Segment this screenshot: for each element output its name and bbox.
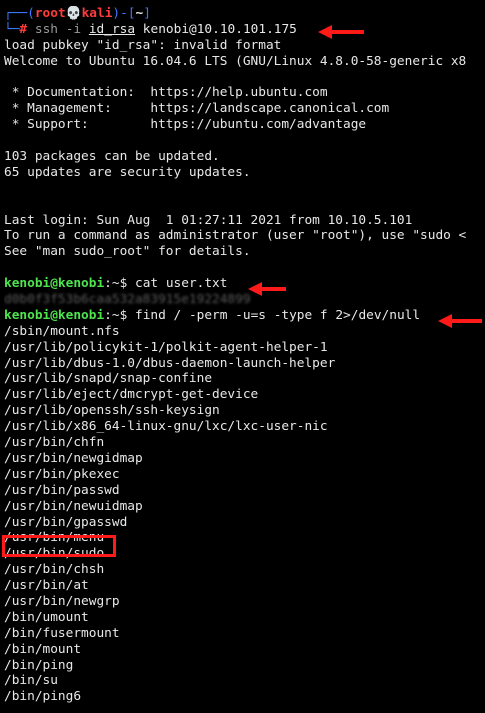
prompt-user: root	[34, 6, 66, 21]
suid-path: /usr/bin/newgrp	[4, 593, 120, 609]
suid-path: /usr/bin/newgidmap	[4, 450, 143, 466]
suid-path: /usr/bin/chfn	[4, 435, 105, 451]
output-line: 103 packages can be updated.	[4, 149, 220, 165]
root-prompt-line1: ┌──(root💀kali)-[~]	[4, 6, 485, 22]
suid-path: /usr/lib/dbus-1.0/dbus-daemon-launch-hel…	[4, 355, 336, 371]
suid-path: /bin/ping6	[4, 689, 82, 705]
flag-output-line: d0b0f3f53b6caa532a83915e19224899	[4, 292, 485, 308]
output-line: 65 updates are security updates.	[4, 164, 251, 180]
suid-path: /bin/umount	[4, 609, 89, 625]
prompt-host: kali	[81, 6, 113, 21]
suid-path: /bin/ping	[4, 657, 74, 673]
prompt-hash: #	[19, 21, 28, 37]
suid-path: /usr/lib/policykit-1/polkit-agent-helper…	[4, 339, 328, 355]
suid-binary-list: /sbin/mount.nfs/usr/lib/policykit-1/polk…	[4, 324, 485, 705]
prompt-corner-bottom: └─	[4, 21, 20, 37]
ssh-command-line: └─# ssh -i id_rsa kenobi@10.10.101.175	[4, 22, 485, 38]
output-line: Last login: Sun Aug 1 01:27:11 2021 from…	[4, 212, 413, 228]
redacted-flag: d0b0f3f53b6caa532a83915e19224899	[4, 292, 251, 308]
suid-path: /usr/bin/passwd	[4, 482, 120, 498]
annotation-arrow-icon	[248, 282, 286, 296]
suid-path: /usr/bin/pkexec	[4, 466, 120, 482]
kenobi-prompt-userhost: kenobi@kenobi	[4, 307, 105, 323]
kenobi-prompt-sep: :~$	[104, 276, 128, 292]
suid-path: /bin/fusermount	[4, 625, 120, 641]
annotation-arrow-icon	[318, 25, 364, 39]
output-line: To run a command as administrator (user …	[4, 228, 467, 244]
output-line: Welcome to Ubuntu 16.04.6 LTS (GNU/Linux…	[4, 53, 467, 69]
prompt-corner-top: ┌──(	[4, 6, 35, 21]
ssh-flag: -i	[65, 21, 82, 37]
output-line: * Documentation: https://help.ubuntu.com	[4, 85, 328, 101]
kenobi-prompt-sep: :~$	[104, 307, 128, 323]
terminal-window[interactable]: ┌──(root💀kali)-[~] └─# ssh -i id_rsa ken…	[0, 0, 485, 713]
suid-path: /usr/lib/x86_64-linux-gnu/lxc/lxc-user-n…	[4, 419, 328, 435]
menu-highlight-box	[2, 535, 116, 557]
prompt-mid: )-[	[112, 6, 136, 21]
cat-command: cat user.txt	[135, 276, 228, 292]
find-command: find / -perm -u=s -type f 2>/dev/null	[135, 307, 421, 323]
suid-path: /usr/lib/eject/dmcrypt-get-device	[4, 387, 259, 403]
find-command-line: kenobi@kenobi:~$ find / -perm -u=s -type…	[4, 308, 485, 324]
ssh-target: kenobi@10.10.101.175	[142, 21, 297, 37]
skull-icon: 💀	[65, 6, 82, 21]
suid-path: /sbin/mount.nfs	[4, 323, 120, 339]
suid-path: /usr/bin/newuidmap	[4, 498, 143, 514]
suid-path: /usr/bin/gpasswd	[4, 514, 128, 530]
output-line: * Management: https://landscape.canonica…	[4, 101, 390, 117]
suid-path: /bin/su	[4, 673, 58, 689]
suid-path: /bin/mount	[4, 641, 82, 657]
output-line: load pubkey "id_rsa": invalid format	[4, 37, 282, 53]
suid-path: /usr/bin/at	[4, 578, 89, 594]
prompt-end: ]	[143, 6, 151, 21]
suid-path: /usr/bin/chsh	[4, 562, 105, 578]
suid-path: /usr/lib/snapd/snap-confine	[4, 371, 213, 387]
output-line: See "man sudo_root" for details.	[4, 244, 251, 260]
kenobi-prompt-userhost: kenobi@kenobi	[4, 276, 105, 292]
annotation-arrow-icon	[438, 314, 482, 328]
ssh-cmd: ssh	[34, 21, 58, 37]
suid-path: /usr/lib/openssh/ssh-keysign	[4, 403, 220, 419]
output-line: * Support: https://ubuntu.com/advantage	[4, 117, 367, 133]
ssh-keyfile: id_rsa	[88, 21, 136, 37]
cat-command-line: kenobi@kenobi:~$ cat user.txt	[4, 276, 485, 292]
